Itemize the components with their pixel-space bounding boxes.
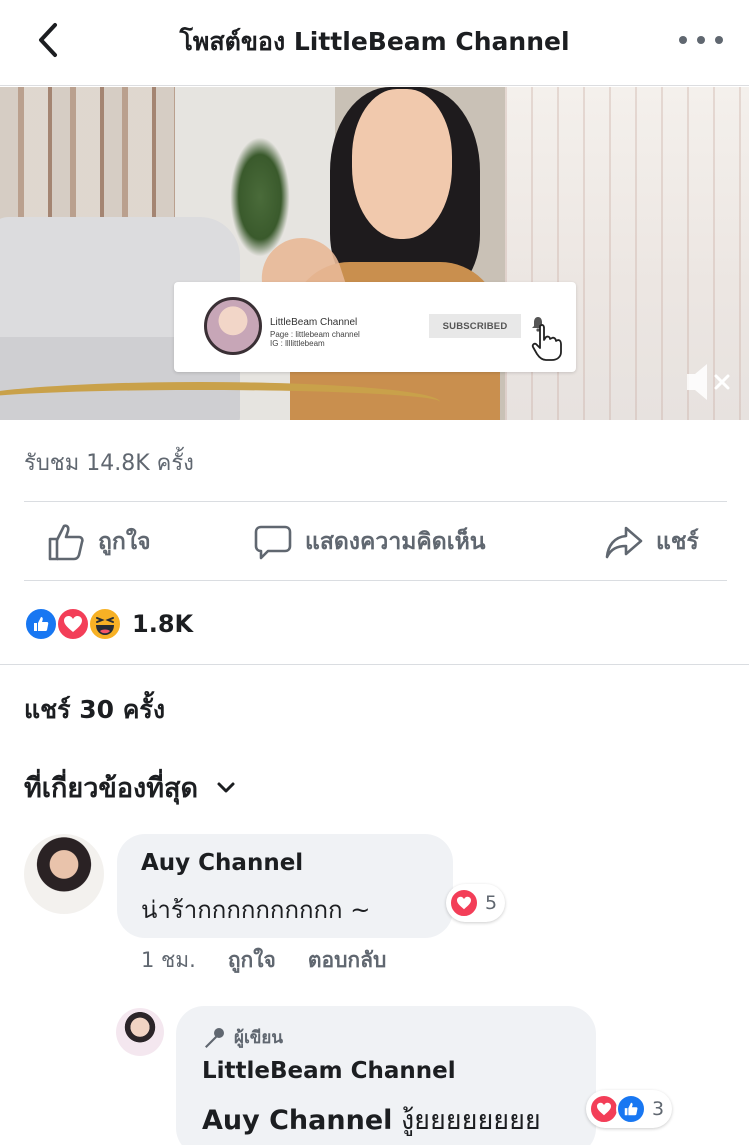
comment-reply-link[interactable]: ตอบกลับ (308, 944, 387, 977)
subscribe-overlay-card: LittleBeam Channel Page : littlebeam cha… (174, 282, 576, 372)
comment-icon (254, 525, 292, 560)
comment-reactions[interactable]: 5 (446, 884, 506, 922)
love-reaction-icon (449, 888, 479, 918)
action-bar: ถูกใจ แสดงความคิดเห็น แชร์ (0, 504, 749, 580)
love-reaction-icon (589, 1094, 619, 1124)
overlay-ig-line: IG : llllittlebeam (270, 339, 325, 348)
comment-meta: 1 ชม. ถูกใจ ตอบกลับ (141, 944, 386, 977)
top-bar: โพสต์ของ LittleBeam Channel (0, 0, 749, 86)
chevron-left-icon (39, 23, 57, 57)
like-label: ถูกใจ (98, 529, 151, 555)
divider (24, 580, 727, 581)
reactions-summary[interactable]: 1.8K (24, 604, 193, 644)
subscribed-button: SUBSCRIBED (429, 314, 521, 338)
overlay-page-line: Page : littlebeam channel (270, 330, 360, 339)
overlay-channel-name: LittleBeam Channel (270, 317, 358, 328)
microphone-icon (205, 1027, 224, 1048)
reply-text: Auy Channel งู้ยยยยยยยย (202, 1098, 541, 1141)
more-options-button[interactable] (679, 28, 723, 52)
reaction-count: 1.8K (132, 610, 194, 638)
author-badge-label: ผู้เขียน (234, 1028, 283, 1048)
hand-cursor-icon (531, 324, 562, 361)
like-reaction-icon (616, 1094, 646, 1124)
author-badge: ผู้เขียน (202, 1024, 283, 1051)
reply-author[interactable]: LittleBeam Channel (202, 1058, 456, 1084)
comment-text: น่าร้ากกกกกกกกกก ~ (141, 896, 371, 924)
comment-like-link[interactable]: ถูกใจ (228, 944, 276, 977)
comment-reaction-count: 5 (485, 892, 498, 914)
divider (24, 501, 727, 502)
share-arrow-icon (605, 526, 643, 559)
reply-body: งู้ยยยยยยยย (400, 1105, 541, 1136)
section-divider (0, 664, 749, 665)
comment-sort-dropdown[interactable]: ที่เกี่ยวข้องที่สุด (24, 766, 236, 809)
share-count[interactable]: แชร์ 30 ครั้ง (24, 690, 165, 730)
comment-button[interactable]: แสดงความคิดเห็น (253, 504, 485, 580)
page-title: โพสต์ของ LittleBeam Channel (179, 27, 570, 56)
reply-reactions[interactable]: 3 (586, 1090, 673, 1128)
like-button[interactable]: ถูกใจ (46, 504, 151, 580)
comment-time: 1 ชม. (141, 948, 196, 972)
mention-tag[interactable]: Auy Channel (202, 1105, 392, 1136)
view-count: รับชม 14.8K ครั้ง (24, 451, 194, 476)
back-button[interactable] (30, 20, 66, 60)
sort-label: ที่เกี่ยวข้องที่สุด (24, 773, 199, 804)
avatar[interactable] (24, 834, 104, 914)
mute-icon[interactable] (683, 360, 733, 404)
love-reaction-icon (56, 607, 90, 641)
comment-bubble: Auy Channel น่าร้ากกกกกกกกกก ~ (117, 834, 453, 938)
chevron-down-icon (217, 782, 235, 792)
reply-bubble: ผู้เขียน LittleBeam Channel Auy Channel … (176, 1006, 596, 1145)
comment-label: แสดงความคิดเห็น (305, 529, 486, 555)
avatar[interactable] (116, 1008, 164, 1056)
like-reaction-icon (24, 607, 58, 641)
haha-reaction-icon (88, 607, 122, 641)
reply-reaction-count: 3 (652, 1098, 665, 1120)
share-label: แชร์ (656, 529, 699, 555)
comment-author[interactable]: Auy Channel (141, 850, 303, 876)
channel-avatar (204, 297, 262, 355)
thumbs-up-icon (48, 524, 84, 561)
video-player[interactable]: LittleBeam Channel Page : littlebeam cha… (0, 87, 749, 420)
share-button[interactable]: แชร์ (604, 504, 699, 580)
more-horizontal-icon (679, 36, 687, 44)
